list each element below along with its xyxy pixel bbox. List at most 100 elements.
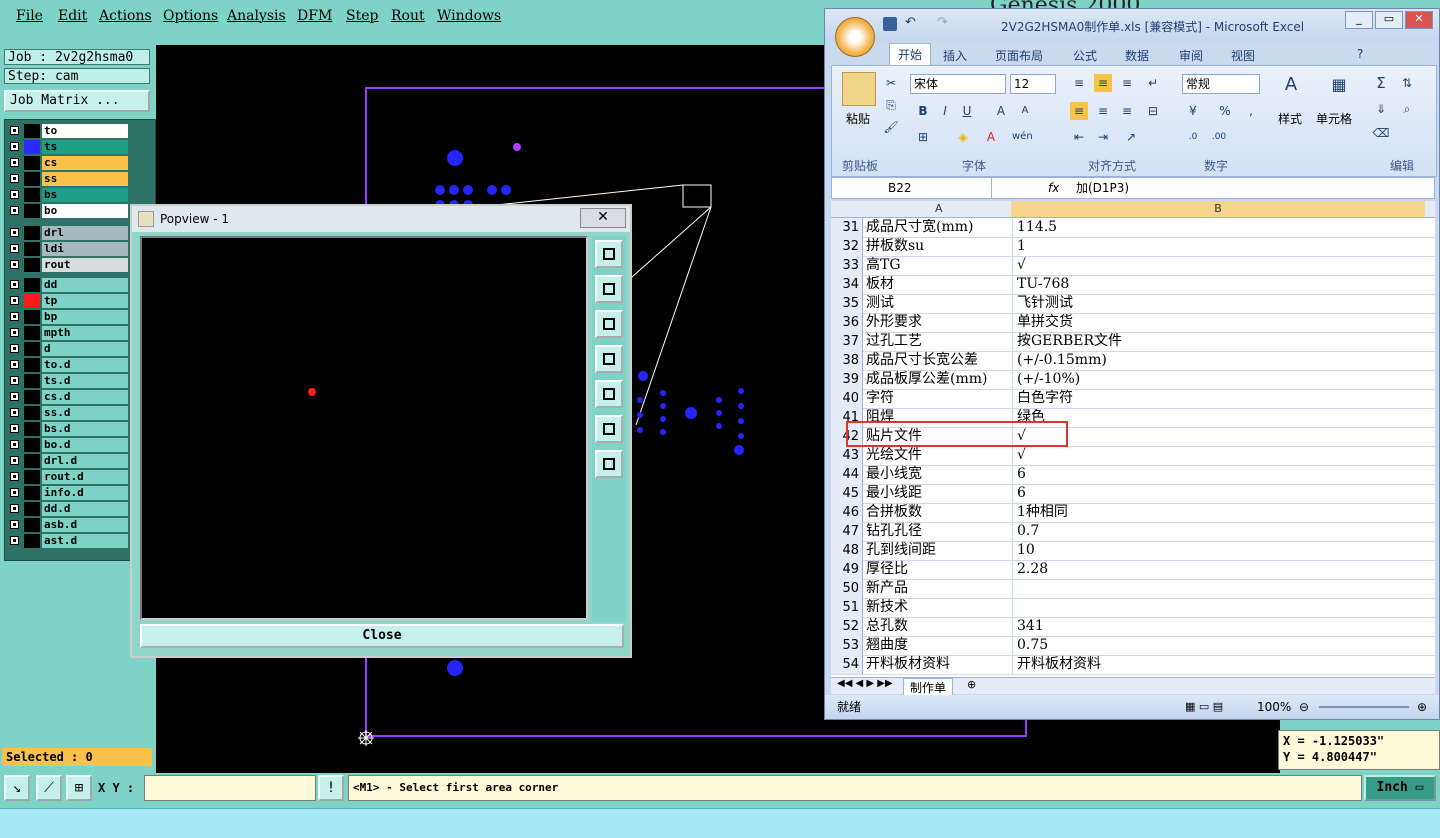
zoom-fit-button[interactable] — [595, 240, 623, 268]
cell-a[interactable]: 开料板材资料 — [865, 655, 1013, 674]
xy-input[interactable] — [144, 775, 316, 801]
layer-checkbox[interactable] — [10, 126, 19, 135]
layer-checkbox[interactable] — [10, 472, 19, 481]
row-number[interactable]: 49 — [831, 560, 863, 579]
layer-checkbox[interactable] — [10, 280, 19, 289]
row-number[interactable]: 48 — [831, 541, 863, 560]
restore-icon[interactable]: ▭ — [1375, 11, 1403, 29]
align-center-icon[interactable]: ≡ — [1094, 102, 1112, 120]
layer-row-tp[interactable]: tp — [8, 294, 128, 308]
pan-left-button[interactable] — [595, 345, 623, 373]
row-number[interactable]: 37 — [831, 332, 863, 351]
increase-decimal-icon[interactable]: .0 — [1184, 128, 1202, 146]
cell-a[interactable]: 钻孔孔径 — [865, 522, 1013, 541]
orientation-icon[interactable]: ↗ — [1122, 128, 1140, 146]
cell-b[interactable]: 6 — [1015, 465, 1419, 484]
layer-checkbox[interactable] — [10, 520, 19, 529]
fill-icon[interactable]: ⇓ — [1372, 100, 1390, 118]
row-number[interactable]: 44 — [831, 465, 863, 484]
measure-tool-button[interactable]: ⟋ — [36, 775, 62, 801]
layer-row-dd-d[interactable]: dd.d — [8, 502, 128, 516]
cell-b[interactable]: 6 — [1015, 484, 1419, 503]
popview-canvas[interactable] — [140, 236, 588, 620]
row-number[interactable]: 45 — [831, 484, 863, 503]
layer-row-ts[interactable]: ts — [8, 140, 128, 154]
currency-icon[interactable]: ¥ — [1184, 102, 1202, 120]
layer-row-drl-d[interactable]: drl.d — [8, 454, 128, 468]
layer-checkbox[interactable] — [10, 408, 19, 417]
undo-icon[interactable]: ↶ — [905, 15, 916, 30]
cell-b[interactable]: 341 — [1015, 617, 1419, 636]
layer-checkbox[interactable] — [10, 174, 19, 183]
row-number[interactable]: 54 — [831, 655, 863, 674]
layer-checkbox[interactable] — [10, 228, 19, 237]
layer-row-to-d[interactable]: to.d — [8, 358, 128, 372]
grow-font-icon[interactable]: A — [992, 102, 1010, 120]
layer-checkbox[interactable] — [10, 244, 19, 253]
layer-row-ss[interactable]: ss — [8, 172, 128, 186]
cell-b[interactable]: 飞针测试 — [1015, 294, 1419, 313]
cell-b[interactable]: TU-768 — [1015, 275, 1419, 294]
shrink-font-icon[interactable]: A — [1016, 102, 1034, 120]
layer-row-asb-d[interactable]: asb.d — [8, 518, 128, 532]
row-number[interactable]: 38 — [831, 351, 863, 370]
row-number[interactable]: 32 — [831, 237, 863, 256]
tab-page-layout[interactable]: 页面布局 — [995, 47, 1043, 64]
row-number[interactable]: 34 — [831, 275, 863, 294]
cell-b[interactable]: 白色字符 — [1015, 389, 1419, 408]
zoom-out-icon[interactable]: ⊖ — [1299, 695, 1309, 719]
tab-review[interactable]: 审阅 — [1179, 47, 1203, 64]
row-number[interactable]: 47 — [831, 522, 863, 541]
snap-tool-button[interactable]: ↘ — [4, 775, 30, 801]
minimize-icon[interactable]: _ — [1345, 11, 1373, 29]
cell-a[interactable]: 拼板数su — [865, 237, 1013, 256]
cell-a[interactable]: 测试 — [865, 294, 1013, 313]
layer-row-bo-d[interactable]: bo.d — [8, 438, 128, 452]
popview-titlebar[interactable]: Popview - 1 ✕ — [132, 206, 630, 232]
font-color-icon[interactable]: A — [982, 128, 1000, 146]
layer-row-bo[interactable]: bo — [8, 204, 128, 218]
save-icon[interactable] — [883, 17, 897, 31]
format-painter-icon[interactable]: 🖌 — [882, 118, 900, 136]
grid-tool-button[interactable]: ⊞ — [66, 775, 92, 801]
cell-a[interactable]: 厚径比 — [865, 560, 1013, 579]
layer-row-rout[interactable]: rout — [8, 258, 128, 272]
layer-row-drl[interactable]: drl — [8, 226, 128, 240]
layer-row-cs-d[interactable]: cs.d — [8, 390, 128, 404]
row-number[interactable]: 53 — [831, 636, 863, 655]
cell-b[interactable]: 114.5 — [1015, 218, 1419, 237]
cell-b[interactable]: 单拼交货 — [1015, 313, 1419, 332]
row-number[interactable]: 33 — [831, 256, 863, 275]
cell-b[interactable] — [1015, 579, 1419, 598]
cell-b[interactable]: 按GERBER文件 — [1015, 332, 1419, 351]
row-number[interactable]: 50 — [831, 579, 863, 598]
layer-row-dd[interactable]: dd — [8, 278, 128, 292]
cell-a[interactable]: 成品板厚公差(mm) — [865, 370, 1013, 389]
italic-icon[interactable]: I — [936, 102, 954, 120]
layer-row-info-d[interactable]: info.d — [8, 486, 128, 500]
row-number[interactable]: 52 — [831, 617, 863, 636]
cell-a[interactable]: 光绘文件 — [865, 446, 1013, 465]
sum-icon[interactable]: Σ — [1372, 74, 1390, 92]
cells-icon[interactable]: ▦ — [1326, 76, 1352, 102]
pan-right-button[interactable] — [595, 380, 623, 408]
zoom-in-icon[interactable]: ⊕ — [1417, 695, 1427, 719]
cell-b[interactable]: 开料板材资料 — [1015, 655, 1419, 674]
percent-icon[interactable]: % — [1216, 102, 1234, 120]
menu-dfm[interactable]: DFM — [297, 8, 332, 24]
menu-analysis[interactable]: Analysis — [227, 8, 286, 24]
redo-icon[interactable]: ↷ — [937, 15, 948, 30]
row-number[interactable]: 41 — [831, 408, 863, 427]
font-size-select[interactable]: 12 — [1010, 74, 1056, 94]
cell-a[interactable]: 新产品 — [865, 579, 1013, 598]
layer-row-bs-d[interactable]: bs.d — [8, 422, 128, 436]
cell-a[interactable]: 孔到线间距 — [865, 541, 1013, 560]
row-number[interactable]: 43 — [831, 446, 863, 465]
pan-up-button[interactable] — [595, 275, 623, 303]
cell-a[interactable]: 总孔数 — [865, 617, 1013, 636]
row-number[interactable]: 31 — [831, 218, 863, 237]
zoom-slider[interactable] — [1319, 706, 1409, 708]
layer-checkbox[interactable] — [10, 142, 19, 151]
zoom-out-button[interactable] — [595, 450, 623, 478]
worksheet-grid[interactable]: A B 31 成品尺寸宽(mm) 114.5 32 拼板数su 1 33 高TG √ 34 板材 TU… — [831, 201, 1435, 677]
